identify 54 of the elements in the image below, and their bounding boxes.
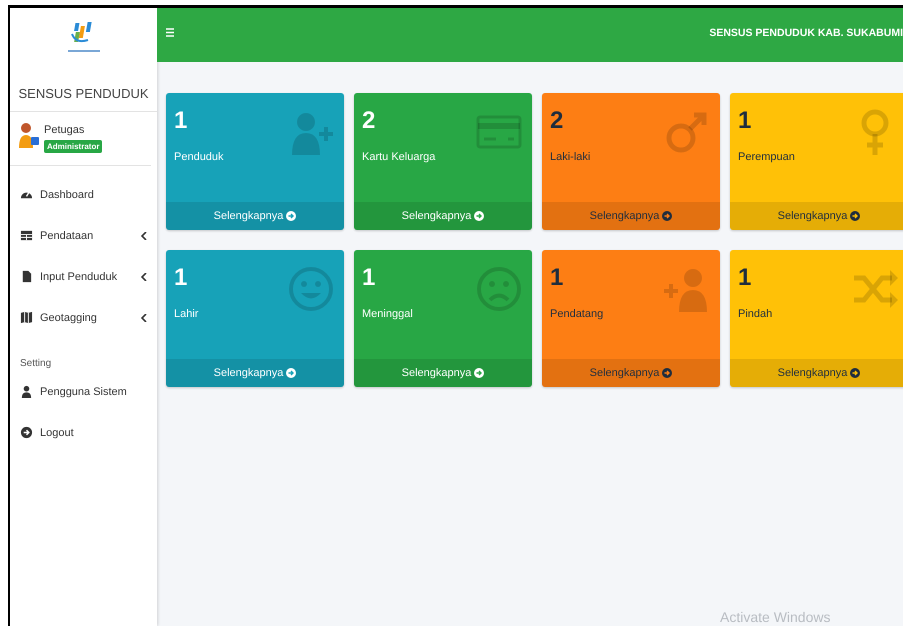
more-info-link[interactable]: Selengkapnya (166, 359, 344, 387)
arrow-circle-icon (286, 368, 296, 378)
stat-count: 1 (738, 107, 752, 135)
stat-count: 1 (738, 264, 752, 292)
role-badge: Administrator (44, 140, 102, 153)
stat-count: 2 (362, 107, 376, 135)
stat-count: 2 (550, 107, 564, 135)
more-info-link[interactable]: Selengkapnya (730, 359, 903, 387)
avatar-icon (18, 122, 40, 148)
arrow-circle-icon (850, 211, 860, 221)
document-icon (20, 270, 33, 283)
stat-label: Pindah (738, 308, 772, 320)
arrow-circle-icon (474, 211, 484, 221)
menu-icon[interactable] (166, 28, 174, 37)
user-plus-icon (664, 266, 710, 312)
arrow-circle-icon (662, 211, 672, 221)
stat-label: Perempuan (738, 151, 795, 163)
menu-item[interactable]: Pendataan (20, 215, 147, 256)
stat-label: Lahir (174, 308, 198, 320)
header-title: SENSUS PENDUDUK KAB. SUKABUMI (709, 27, 903, 39)
map-icon (20, 311, 33, 324)
more-info-link[interactable]: Selengkapnya (542, 359, 720, 387)
activation-notice: Activate Windows (720, 609, 830, 625)
arrow-circle-icon (474, 368, 484, 378)
more-info-link[interactable]: Selengkapnya (354, 359, 532, 387)
more-info-link[interactable]: Selengkapnya (730, 202, 903, 230)
more-info-link[interactable]: Selengkapnya (542, 202, 720, 230)
menu-item[interactable]: Dashboard (20, 174, 147, 215)
stat-count: 1 (174, 264, 188, 292)
more-info-link[interactable]: Selengkapnya (166, 202, 344, 230)
arrow-circle-icon (286, 211, 296, 221)
stat-label: Meninggal (362, 308, 413, 320)
smile-face-icon (288, 266, 334, 312)
menu-item[interactable]: Input Penduduk (20, 256, 147, 297)
stat-count: 1 (362, 264, 376, 292)
stat-label: Kartu Keluarga (362, 151, 436, 163)
menu-item[interactable]: Geotagging (20, 297, 147, 338)
arrow-circle-icon (662, 368, 672, 378)
user-icon (20, 385, 33, 398)
menu-item[interactable]: Pengguna Sistem (20, 371, 147, 412)
sad-face-icon (476, 266, 522, 312)
stat-label: Laki-laki (550, 151, 590, 163)
brand-title: SENSUS PENDUDUK (18, 86, 149, 101)
stat-count: 1 (174, 107, 188, 135)
section-label: Setting (20, 358, 52, 369)
stat-label: Pendatang (550, 308, 604, 320)
menu-item[interactable]: Logout (20, 412, 147, 453)
stat-count: 1 (550, 264, 564, 292)
more-info-link[interactable]: Selengkapnya (354, 202, 532, 230)
stat-label: Penduduk (174, 151, 224, 163)
arrow-circle-icon (850, 368, 860, 378)
table-icon (20, 229, 33, 242)
user-name: Petugas (44, 124, 84, 136)
arrow-circle-icon (20, 426, 33, 439)
